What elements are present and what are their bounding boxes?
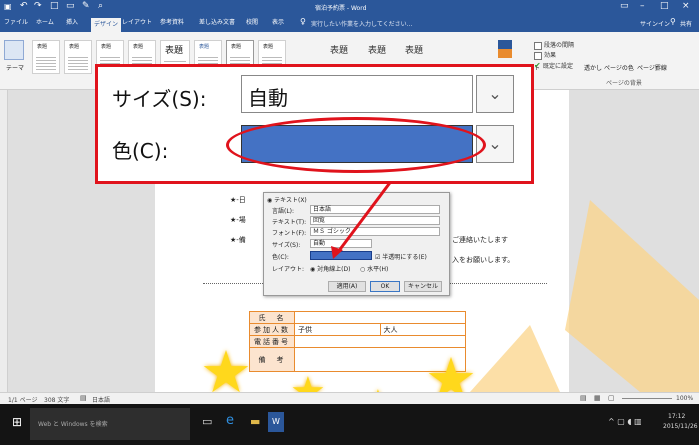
- zoom-slider[interactable]: [622, 398, 672, 399]
- callout-color-label: 色(C):: [112, 139, 169, 163]
- file-explorer-icon[interactable]: ▬: [250, 415, 260, 428]
- task-view-icon[interactable]: ▭: [202, 415, 212, 428]
- taskbar: ⊞ Web と Windows を検索 ▭ e ▬ W ^ ▢ ◖ ▥ 17:1…: [0, 404, 699, 445]
- zoom-callout: サイズ(S): 自動 ⌄ 色(C): ⌄: [95, 64, 534, 184]
- windows-start-icon[interactable]: ⊞: [12, 415, 22, 429]
- language-status[interactable]: 日本語: [92, 395, 110, 404]
- system-tray-icons[interactable]: ^ ▢ ◖ ▥: [608, 417, 642, 426]
- clock-date[interactable]: 2015/11/26: [663, 423, 698, 430]
- callout-size-field: 自動: [241, 75, 473, 113]
- highlight-ellipse: [226, 117, 486, 173]
- web-layout-icon[interactable]: ▢: [608, 394, 615, 402]
- chevron-down-icon: ⌄: [476, 75, 514, 113]
- word-count[interactable]: 308 文字: [44, 395, 69, 404]
- print-layout-icon[interactable]: ▦: [594, 394, 601, 402]
- read-mode-icon[interactable]: ▤: [580, 394, 587, 402]
- edge-browser-icon[interactable]: e: [226, 413, 234, 428]
- search-box[interactable]: Web と Windows を検索: [30, 408, 190, 440]
- callout-size-label: サイズ(S):: [112, 87, 207, 111]
- word-app-icon[interactable]: W: [268, 412, 284, 432]
- clock-time[interactable]: 17:12: [668, 413, 685, 420]
- page-count[interactable]: 1/1 ページ: [8, 395, 37, 404]
- status-bar: 1/1 ページ 308 文字 ▤ 日本語 ▤ ▦ ▢ 100%: [0, 392, 699, 404]
- zoom-level[interactable]: 100%: [676, 395, 693, 402]
- proofing-icon[interactable]: ▤: [80, 394, 87, 402]
